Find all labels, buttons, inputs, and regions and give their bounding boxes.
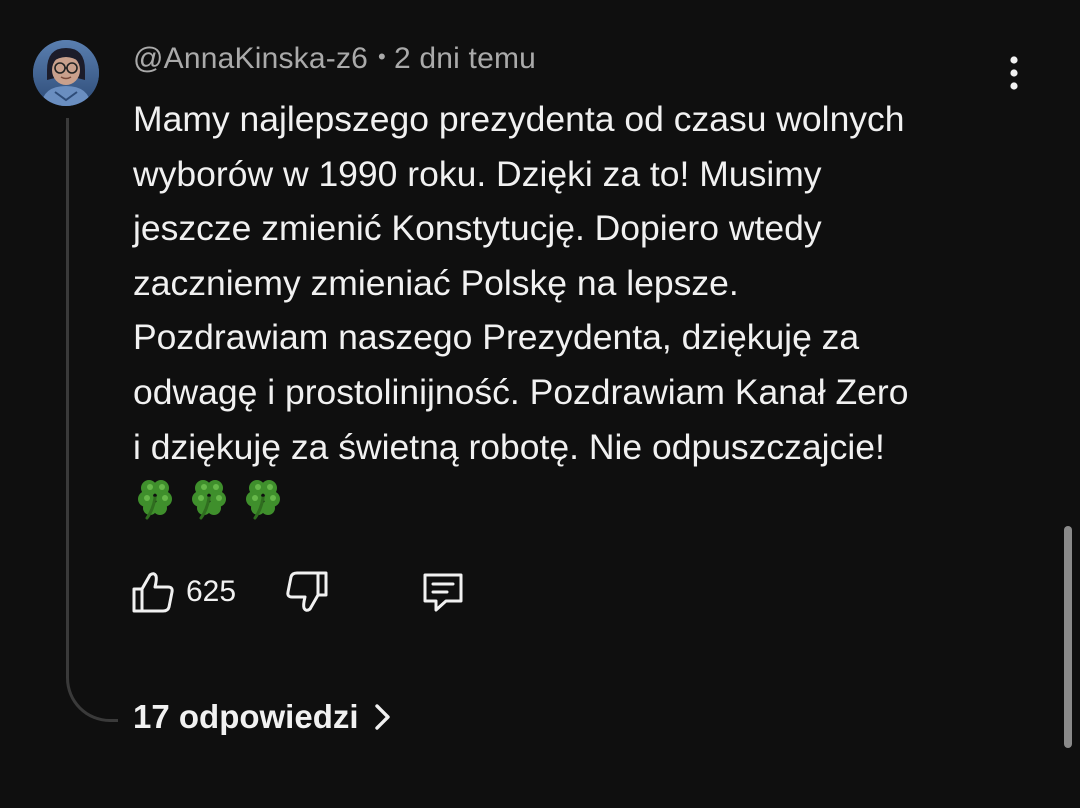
dislike-button[interactable]	[284, 566, 330, 618]
comment-text: Mamy najlepszego prezydenta od czasu wol…	[133, 99, 909, 467]
thread-connector-line	[66, 118, 118, 722]
clover-icon	[138, 480, 172, 520]
replies-count-label: 17 odpowiedzi	[133, 698, 359, 735]
scrollbar-thumb[interactable]	[1064, 526, 1072, 748]
more-options-button[interactable]	[996, 56, 1032, 92]
reply-button[interactable]	[420, 566, 466, 618]
like-count: 625	[186, 575, 237, 608]
clover-icon	[192, 480, 226, 520]
meta-separator: •	[378, 44, 386, 69]
comment-icon	[423, 573, 463, 612]
comment-meta: @AnnaKinska-z6 • 2 dni temu	[133, 42, 536, 76]
avatar[interactable]	[33, 40, 99, 106]
comment-timestamp[interactable]: 2 dni temu	[394, 42, 536, 75]
clover-icon	[246, 480, 280, 520]
avatar-image	[33, 40, 99, 106]
chevron-right-icon	[374, 704, 390, 730]
comment-thread: @AnnaKinska-z6 • 2 dni temu Mamy najlepsze…	[0, 0, 1080, 808]
author-handle[interactable]: @AnnaKinska-z6	[133, 42, 368, 75]
view-replies-button[interactable]: 17 odpowiedzi	[133, 698, 393, 736]
thumbs-down-icon	[286, 571, 328, 612]
like-button[interactable]: 625	[130, 566, 236, 618]
more-vertical-icon	[1010, 56, 1018, 90]
thumbs-up-icon	[132, 572, 174, 613]
emoji-row	[133, 474, 287, 520]
